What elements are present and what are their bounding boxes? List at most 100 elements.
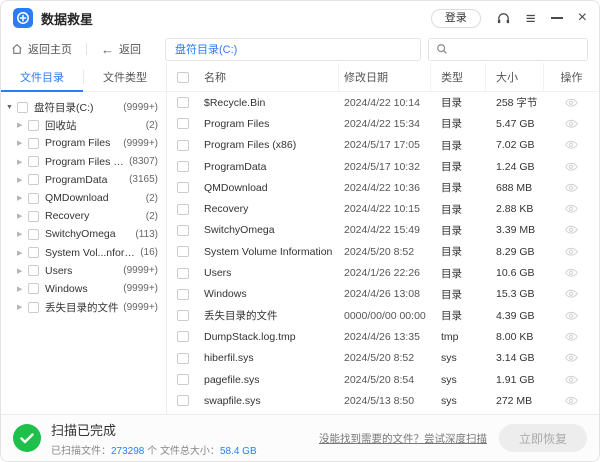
row-checkbox[interactable] (177, 246, 189, 257)
home-button[interactable]: 返回主页 (11, 41, 72, 57)
tree-item[interactable]: Program Files (x86) (8307) (1, 153, 166, 171)
preview-eye-icon[interactable] (565, 332, 578, 342)
tree-item[interactable]: Windows (9999+) (1, 280, 166, 298)
tree-item[interactable]: Users (9999+) (1, 262, 166, 280)
row-checkbox[interactable] (177, 225, 189, 236)
preview-eye-icon[interactable] (565, 396, 578, 406)
tree-item[interactable]: 盘符目录(C:) (9999+) (1, 98, 166, 116)
table-row[interactable]: swapfile.sys 2024/5/13 8:50 sys 272 MB (167, 390, 599, 411)
preview-eye-icon[interactable] (565, 268, 578, 278)
column-header-type[interactable]: 类型 (431, 63, 486, 91)
table-row[interactable]: pagefile.sys 2024/5/20 8:54 sys 1.91 GB (167, 369, 599, 390)
expand-arrow-icon[interactable] (17, 230, 28, 238)
table-row[interactable]: Windows 2024/4/26 13:08 目录 15.3 GB (167, 284, 599, 305)
preview-eye-icon[interactable] (565, 140, 578, 150)
tree-item[interactable]: Recovery (2) (1, 207, 166, 225)
tree-item-checkbox[interactable] (28, 302, 39, 313)
tree-item-checkbox[interactable] (28, 283, 39, 294)
row-checkbox[interactable] (177, 395, 189, 406)
preview-eye-icon[interactable] (565, 375, 578, 385)
expand-arrow-icon[interactable] (17, 303, 28, 311)
tree-item-checkbox[interactable] (28, 120, 39, 131)
tree-item-checkbox[interactable] (28, 265, 39, 276)
table-row[interactable]: SwitchyOmega 2024/4/22 15:49 目录 3.39 MB (167, 220, 599, 241)
table-row[interactable]: Program Files (x86) 2024/5/17 17:05 目录 7… (167, 135, 599, 156)
preview-eye-icon[interactable] (565, 247, 578, 257)
table-row[interactable]: QMDownload 2024/4/22 10:36 目录 688 MB (167, 177, 599, 198)
table-row[interactable]: 丢失目录的文件 0000/00/00 00:00 目录 4.39 GB (167, 305, 599, 326)
row-checkbox[interactable] (177, 140, 189, 151)
table-row[interactable]: $Recycle.Bin 2024/4/22 10:14 目录 258 字节 (167, 92, 599, 113)
recover-now-button[interactable]: 立即恢复 (499, 424, 587, 452)
preview-eye-icon[interactable] (565, 311, 578, 321)
expand-arrow-icon[interactable] (17, 121, 28, 129)
tree-item[interactable]: 丢失目录的文件 (9999+) (1, 298, 166, 316)
column-header-name[interactable]: 名称 (195, 63, 339, 91)
row-checkbox[interactable] (177, 161, 189, 172)
row-checkbox[interactable] (177, 204, 189, 215)
search-box[interactable] (428, 38, 588, 61)
login-button[interactable]: 登录 (431, 9, 481, 28)
tree-item-checkbox[interactable] (28, 193, 39, 204)
table-row[interactable]: ProgramData 2024/5/17 10:32 目录 1.24 GB (167, 156, 599, 177)
tree-item[interactable]: ProgramData (3165) (1, 171, 166, 189)
column-header-size[interactable]: 大小 (486, 63, 544, 91)
back-button[interactable]: ← 返回 (101, 41, 141, 57)
tree-item[interactable]: SwitchyOmega (113) (1, 225, 166, 243)
tree-item[interactable]: System Vol...nformation (16) (1, 244, 166, 262)
tree-item-checkbox[interactable] (28, 229, 39, 240)
tab-file-directory[interactable]: 文件目录 (1, 63, 83, 91)
expand-arrow-icon[interactable] (17, 158, 28, 166)
expand-arrow-icon[interactable] (17, 139, 28, 147)
column-header-date[interactable]: 修改日期 (339, 63, 431, 91)
deep-scan-link[interactable]: 没能找到需要的文件？尝试深度扫描 (319, 431, 487, 446)
table-row[interactable]: DumpStack.log.tmp 2024/4/26 13:35 tmp 8.… (167, 326, 599, 347)
preview-eye-icon[interactable] (565, 162, 578, 172)
close-button[interactable]: × (578, 10, 587, 26)
table-row[interactable]: Users 2024/1/26 22:26 目录 10.6 GB (167, 262, 599, 283)
row-checkbox[interactable] (177, 97, 189, 108)
select-all-checkbox[interactable] (177, 72, 189, 83)
table-row[interactable]: Recovery 2024/4/22 10:15 目录 2.88 KB (167, 198, 599, 219)
row-checkbox[interactable] (177, 310, 189, 321)
row-checkbox[interactable] (177, 374, 189, 385)
tree-item-checkbox[interactable] (28, 138, 39, 149)
table-row[interactable]: Program Files 2024/4/22 15:34 目录 5.47 GB (167, 113, 599, 134)
tree-item-checkbox[interactable] (28, 247, 39, 258)
table-row[interactable]: System Volume Information 2024/5/20 8:52… (167, 241, 599, 262)
expand-arrow-icon[interactable] (17, 212, 28, 220)
row-checkbox[interactable] (177, 331, 189, 342)
tree-item-checkbox[interactable] (28, 211, 39, 222)
preview-eye-icon[interactable] (565, 183, 578, 193)
preview-eye-icon[interactable] (565, 225, 578, 235)
tree-item-checkbox[interactable] (28, 174, 39, 185)
tab-file-type[interactable]: 文件类型 (84, 63, 166, 91)
row-checkbox[interactable] (177, 182, 189, 193)
expand-arrow-icon[interactable] (6, 104, 17, 111)
preview-eye-icon[interactable] (565, 353, 578, 363)
headset-support-icon[interactable] (496, 11, 511, 26)
preview-eye-icon[interactable] (565, 204, 578, 214)
tree-item[interactable]: Program Files (9999+) (1, 134, 166, 152)
expand-arrow-icon[interactable] (17, 285, 28, 293)
minimize-button[interactable] (551, 17, 563, 19)
expand-arrow-icon[interactable] (17, 194, 28, 202)
tree-item[interactable]: QMDownload (2) (1, 189, 166, 207)
row-checkbox[interactable] (177, 268, 189, 279)
search-input[interactable] (453, 42, 580, 56)
preview-eye-icon[interactable] (565, 289, 578, 299)
tree-item[interactable]: 回收站 (2) (1, 116, 166, 134)
table-row[interactable]: hiberfil.sys 2024/5/20 8:52 sys 3.14 GB (167, 348, 599, 369)
row-checkbox[interactable] (177, 118, 189, 129)
row-checkbox[interactable] (177, 289, 189, 300)
row-checkbox[interactable] (177, 353, 189, 364)
preview-eye-icon[interactable] (565, 119, 578, 129)
preview-eye-icon[interactable] (565, 98, 578, 108)
tree-item-checkbox[interactable] (17, 102, 28, 113)
expand-arrow-icon[interactable] (17, 249, 28, 257)
expand-arrow-icon[interactable] (17, 176, 28, 184)
expand-arrow-icon[interactable] (17, 267, 28, 275)
menu-icon[interactable]: ≡ (526, 10, 536, 27)
current-path-field[interactable]: 盘符目录(C:) (165, 38, 421, 61)
tree-item-checkbox[interactable] (28, 156, 39, 167)
